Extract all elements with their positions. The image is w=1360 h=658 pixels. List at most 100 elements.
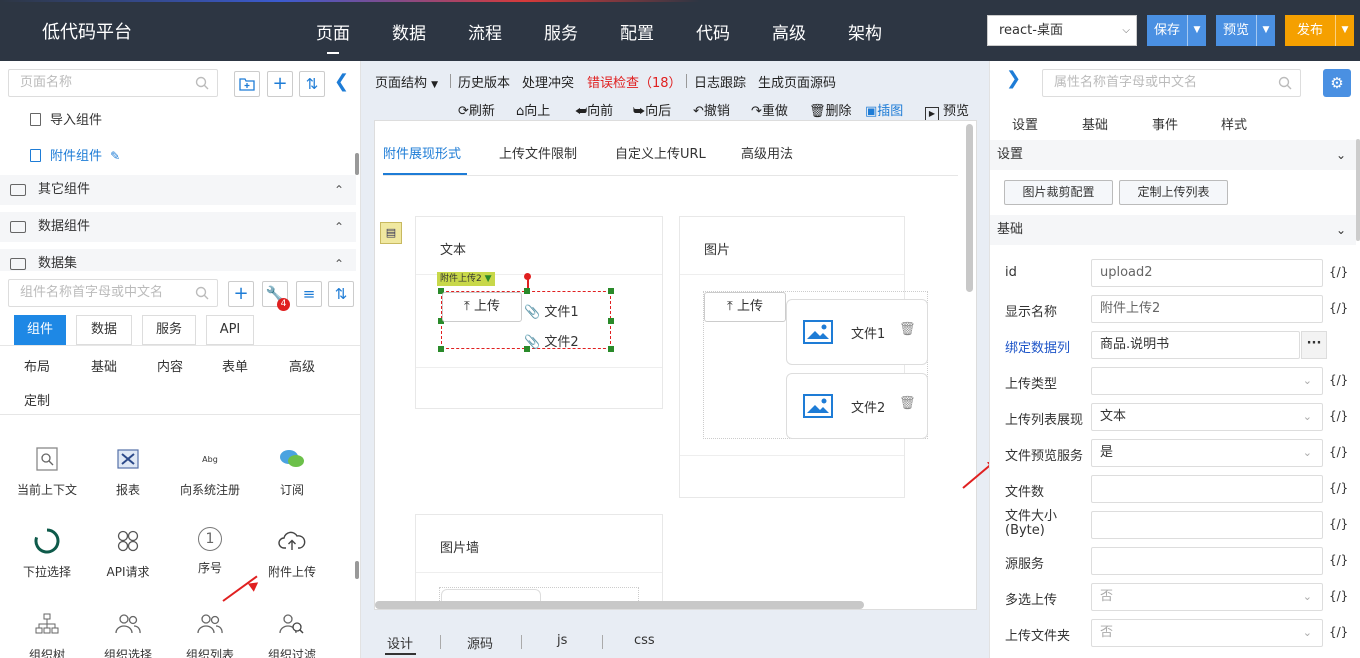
trash-icon[interactable]: 🗑 bbox=[899, 396, 916, 411]
expression-button[interactable]: {/} bbox=[1329, 265, 1348, 279]
tree-item-import[interactable]: 导入组件 bbox=[30, 109, 102, 128]
tree-scrollbar[interactable] bbox=[355, 153, 359, 175]
generate-source-button[interactable]: 生成页面源码 bbox=[758, 72, 836, 91]
tab-api[interactable]: API bbox=[206, 315, 254, 345]
sort-components-button[interactable]: ⇅ bbox=[328, 281, 354, 307]
page-canvas[interactable]: 附件展现形式 上传文件限制 自定义上传URL 高级用法 ▤ 文本 附件上传2 ▼… bbox=[374, 120, 977, 610]
upload-button[interactable]: ⤒ 上传 bbox=[704, 292, 786, 322]
tree-item-attachment[interactable]: 附件组件 ✎ bbox=[30, 145, 120, 164]
prop-input-id[interactable]: upload2 bbox=[1091, 259, 1323, 287]
component-report[interactable]: 报表 bbox=[88, 445, 168, 498]
prop-select-preview-service[interactable]: 是 ⌄ bbox=[1091, 439, 1323, 467]
prop-select-upload-type[interactable]: ⌄ bbox=[1091, 367, 1323, 395]
tools-button[interactable]: 🔧 4 bbox=[262, 281, 290, 311]
prop-label-bind-column[interactable]: 绑定数据列 bbox=[1005, 337, 1097, 356]
custom-upload-list-button[interactable]: 定制上传列表 bbox=[1119, 180, 1228, 205]
move-up-button[interactable]: ⌂向上 bbox=[516, 100, 550, 119]
resize-handle[interactable] bbox=[608, 288, 614, 294]
section-settings[interactable]: 设置 ⌄ bbox=[990, 140, 1356, 170]
tab-data[interactable]: 数据 bbox=[76, 315, 132, 345]
component-subscribe[interactable]: 订阅 bbox=[252, 445, 332, 498]
component-scrollbar[interactable] bbox=[355, 561, 359, 579]
canvas-tab-custom-url[interactable]: 自定义上传URL bbox=[615, 143, 706, 162]
resize-handle[interactable] bbox=[524, 288, 530, 294]
upload-button[interactable]: ⤒ 上传 bbox=[442, 292, 522, 322]
group-dataset[interactable]: 数据集 ⌃ bbox=[0, 249, 356, 271]
resolve-conflict-button[interactable]: 处理冲突 bbox=[522, 72, 574, 91]
component-org-tree[interactable]: 组织树 bbox=[7, 610, 87, 658]
more-options-button[interactable]: ··· bbox=[1301, 331, 1327, 359]
caret-down-icon[interactable]: ▼ bbox=[1256, 15, 1275, 46]
save-button[interactable]: 保存 ▼ bbox=[1147, 15, 1206, 46]
collapse-left-icon[interactable]: ❮ bbox=[334, 71, 349, 92]
horizontal-scrollbar[interactable] bbox=[375, 601, 864, 609]
rotate-handle[interactable] bbox=[524, 273, 531, 280]
category-layout[interactable]: 布局 bbox=[24, 356, 50, 375]
add-page-button[interactable]: + bbox=[267, 71, 293, 97]
expression-button[interactable]: {/} bbox=[1329, 301, 1348, 315]
group-other-components[interactable]: 其它组件 ⌃ bbox=[0, 175, 356, 205]
expression-button[interactable]: {/} bbox=[1329, 553, 1348, 567]
expression-button[interactable]: {/} bbox=[1329, 373, 1348, 387]
edit-pencil-icon[interactable]: ✎ bbox=[110, 149, 120, 163]
resize-handle[interactable] bbox=[608, 318, 614, 324]
publish-button[interactable]: 发布 ▼ bbox=[1285, 15, 1354, 46]
undo-button[interactable]: ↶撤销 bbox=[693, 100, 730, 119]
component-serial[interactable]: 1 序号 bbox=[170, 527, 250, 576]
insert-image-button[interactable]: ▣插图 bbox=[865, 100, 903, 119]
platform-select[interactable]: react-桌面 ⌵ bbox=[987, 15, 1137, 46]
prop-select-upload-folder[interactable]: 否 ⌄ bbox=[1091, 619, 1323, 647]
nav-page[interactable]: 页面 bbox=[316, 19, 350, 54]
bottom-tab-css[interactable]: css bbox=[634, 633, 655, 648]
caret-down-icon[interactable]: ▼ bbox=[1187, 15, 1206, 46]
indent-button[interactable]: ≡ bbox=[296, 281, 322, 307]
resize-handle[interactable] bbox=[608, 346, 614, 352]
page-search-input[interactable]: 页面名称 bbox=[8, 69, 218, 97]
tab-events[interactable]: 事件 bbox=[1152, 114, 1178, 133]
prop-input-bind-column[interactable]: 商品.说明书 bbox=[1091, 331, 1300, 359]
expression-button[interactable]: {/} bbox=[1329, 409, 1348, 423]
canvas-tab-limit[interactable]: 上传文件限制 bbox=[499, 143, 577, 162]
expression-button[interactable]: {/} bbox=[1329, 625, 1348, 639]
caret-down-icon[interactable]: ▼ bbox=[1335, 15, 1354, 46]
history-version-button[interactable]: 历史版本 bbox=[458, 72, 510, 91]
component-context[interactable]: 当前上下文 bbox=[7, 445, 87, 498]
resize-handle[interactable] bbox=[438, 346, 444, 352]
log-trace-button[interactable]: 日志跟踪 bbox=[694, 72, 746, 91]
prop-input-display-name[interactable]: 附件上传2 bbox=[1091, 295, 1323, 323]
nav-flow[interactable]: 流程 bbox=[468, 19, 502, 44]
component-api-request[interactable]: API请求 bbox=[88, 527, 168, 580]
prop-input-file-size[interactable] bbox=[1091, 511, 1323, 539]
expand-right-icon[interactable]: ❯ bbox=[1006, 68, 1021, 89]
trash-icon[interactable]: 🗑 bbox=[899, 322, 916, 337]
property-search-input[interactable]: 属性名称首字母或中文名 bbox=[1042, 69, 1301, 97]
canvas-tab-advanced[interactable]: 高级用法 bbox=[741, 143, 793, 162]
delete-button[interactable]: 🗑删除 bbox=[809, 100, 852, 119]
canvas-tab-display[interactable]: 附件展现形式 bbox=[383, 143, 461, 162]
settings-button[interactable]: ⚙ bbox=[1323, 69, 1351, 97]
section-basic[interactable]: 基础 ⌄ bbox=[990, 215, 1356, 245]
nav-advanced[interactable]: 高级 bbox=[772, 19, 806, 44]
component-attachment-upload[interactable]: 附件上传 bbox=[252, 527, 332, 580]
tab-basic[interactable]: 基础 bbox=[1082, 114, 1108, 133]
file-item[interactable]: 📎 文件1 bbox=[524, 301, 579, 320]
component-dropdown[interactable]: 下拉选择 bbox=[7, 527, 87, 580]
component-tree-toggle-icon[interactable]: ▤ bbox=[380, 222, 402, 244]
properties-scrollbar[interactable] bbox=[1356, 139, 1360, 241]
component-org-filter[interactable]: 组织过滤 bbox=[252, 610, 332, 658]
category-basic[interactable]: 基础 bbox=[91, 356, 117, 375]
category-form[interactable]: 表单 bbox=[222, 356, 248, 375]
image-item[interactable]: 文件2 🗑 bbox=[786, 373, 928, 439]
tab-service[interactable]: 服务 bbox=[142, 315, 196, 345]
expression-button[interactable]: {/} bbox=[1329, 445, 1348, 459]
refresh-button[interactable]: ⟳刷新 bbox=[458, 100, 495, 119]
group-data-components[interactable]: 数据组件 ⌃ bbox=[0, 212, 356, 242]
tab-settings[interactable]: 设置 bbox=[1012, 114, 1038, 133]
add-component-button[interactable]: + bbox=[228, 281, 254, 307]
file-item[interactable]: 📎 文件2 bbox=[524, 331, 579, 350]
error-check-button[interactable]: 错误检查（18） bbox=[587, 72, 682, 91]
category-custom[interactable]: 定制 bbox=[24, 390, 50, 409]
preview-page-button[interactable]: ▶ 预览 bbox=[925, 100, 969, 121]
sort-button[interactable]: ⇅ bbox=[299, 71, 325, 97]
add-folder-button[interactable] bbox=[234, 71, 260, 97]
